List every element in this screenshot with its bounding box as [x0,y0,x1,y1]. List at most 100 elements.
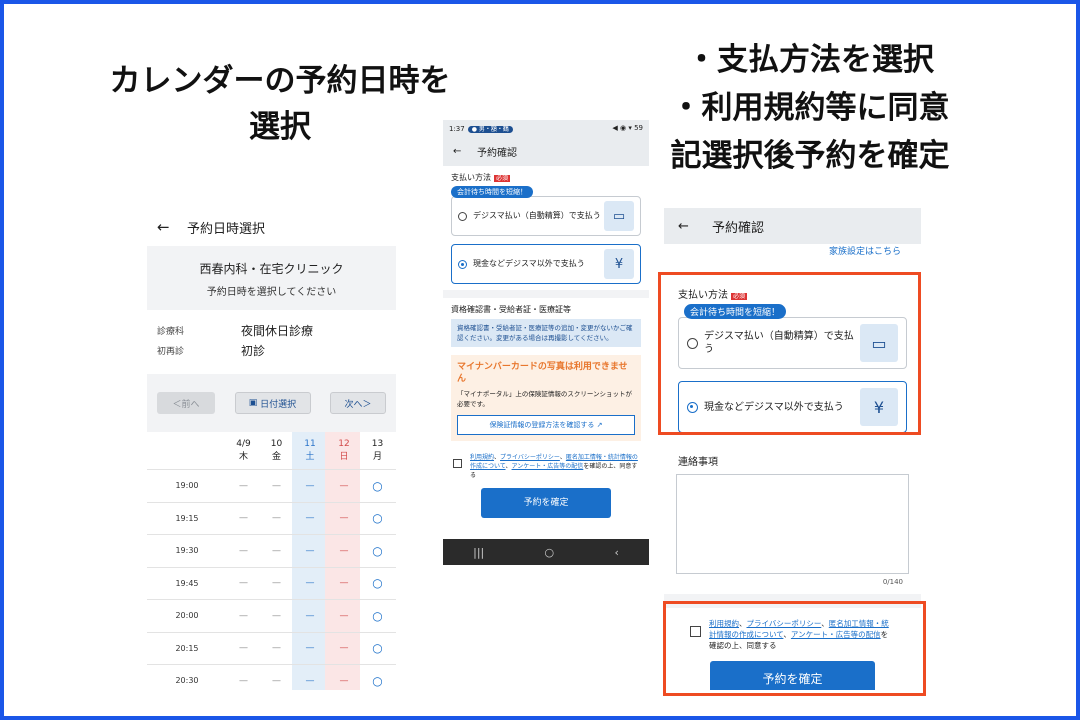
slot-unavailable: — [239,513,248,524]
slot-unavailable: — [239,578,248,589]
dept-value: 夜間休日診療 [241,323,314,338]
slot-unavailable: — [239,480,248,491]
slot-unavailable: — [305,578,315,589]
back-arrow-icon[interactable]: ← [157,218,187,236]
back-arrow-icon[interactable]: ← [453,146,477,157]
day-header: 13 月 [371,439,384,462]
agree-checkbox[interactable] [453,459,462,468]
slot-unavailable: — [272,643,281,654]
family-settings-link[interactable]: 家族設定はこちら [664,244,921,256]
back-arrow-icon[interactable]: ← [678,219,712,234]
agree-text: 利用規約、プライバシーポリシー、匿名加工情報・統計情報の作成について、アンケート… [470,454,638,479]
mid-payment-section: 支払い方法 必須 会計待ち時間を短縮！ デジスマ払い（自動精算）で支払う ▭ 現金… [443,166,649,290]
mid-header: ← 予約確認 [443,136,649,166]
pay-option-cash-label: 現金などデジスマ以外で支払う [473,259,585,268]
char-counter: 0/140 [882,578,903,586]
terms-link[interactable]: 利用規約 [470,454,494,461]
slot-available[interactable]: ○ [361,511,394,525]
slot-unavailable: — [272,578,281,589]
day-header-row: 4/9 木 10 金 11 土 12 日 13 月 [147,432,396,470]
mid-phone-screenshot: 1:37 ● 男・額・鶴 ◀︎ ◉ ▾ 59 ← 予約確認 支払い方法 必須 会計待… [443,120,649,565]
shortcut-badge: 会計待ち時間を短縮！ [451,186,533,198]
next-button[interactable]: 次へ＞ [330,392,386,414]
slot-available[interactable]: ○ [361,576,394,590]
slot-unavailable: — [272,480,281,491]
slot-unavailable: — [339,675,349,686]
slot-time: 19:30 [175,546,199,556]
cash-icon: ¥ [604,249,634,279]
slot-available[interactable]: ○ [361,544,394,558]
day-header: 11 土 [304,439,316,462]
slot-row: 19:45 — — — — ○ [147,568,396,600]
caption-right-line1: ・支払方法を選択 [686,42,934,78]
calendar-title: 予約日時選択 [187,221,266,237]
slot-unavailable: — [305,480,315,491]
slot-row: 20:30 — — — — ○ [147,665,396,690]
slot-unavailable: — [272,545,281,556]
slot-row: 19:15 — — — — ○ [147,503,396,535]
date-navbar: ＜前へ ▣ 日付選択 次へ＞ [147,374,396,432]
slot-unavailable: — [339,545,349,556]
slot-time: 19:45 [175,578,199,588]
right-header: ← 予約確認 [664,208,921,244]
external-link-icon: ↗ [596,421,603,429]
visit-value: 初診 [241,343,266,358]
divider [443,290,649,298]
slot-available[interactable]: ○ [361,641,394,655]
slot-time: 20:00 [175,611,199,621]
slot-unavailable: — [239,610,248,621]
slot-unavailable: — [305,610,315,621]
pick-date-button[interactable]: ▣ 日付選択 [234,392,311,414]
slot-row: 20:15 — — — — ○ [147,633,396,665]
visit-meta: 診療科 夜間休日診療 初再診 初診 [147,310,396,364]
slot-available[interactable]: ○ [361,479,394,493]
slot-row: 20:00 — — — — ○ [147,600,396,633]
status-bar: 1:37 ● 男・額・鶴 ◀︎ ◉ ▾ 59 [443,120,649,136]
slot-unavailable: — [305,675,315,686]
slot-unavailable: — [339,610,349,621]
radio-on[interactable] [458,259,467,269]
calendar-screenshot: ← 予約日時選択 西春内科・在宅クリニック 予約日時を選択してください 診療科 夜… [147,208,396,690]
dept-label: 診療科 [157,326,185,337]
confirm-button[interactable]: 予約を確定 [481,488,611,518]
slot-time: 19:00 [175,481,199,491]
slot-unavailable: — [239,643,248,654]
doc-section: 資格確認書・受給者証・医療証等 資格確認書・受給者証・医療証等の追加・変更がない… [443,298,649,447]
clinic-panel: 西春内科・在宅クリニック 予約日時を選択してください [147,246,396,310]
privacy-link[interactable]: プライバシーポリシー [500,454,560,461]
mid-agree-row: 利用規約、プライバシーポリシー、匿名加工情報・統計情報の作成について、アンケート… [443,447,649,486]
caption-right: ・支払方法を選択 ・利用規約等に同意 記選択後予約を確定 [630,36,990,180]
recent-apps-icon[interactable]: ||| [473,546,484,559]
pay-option-digisma[interactable]: デジスマ払い（自動精算）で支払う ▭ [451,196,641,236]
slot-unavailable: — [239,675,248,686]
status-pill: ● 男・額・鶴 [467,125,513,133]
slot-row: 19:30 — — — — ○ [147,535,396,568]
slot-unavailable: — [339,643,349,654]
slot-available[interactable]: ○ [361,674,394,688]
register-method-button[interactable]: 保険証情報の登録方法を確認する ↗ [457,415,635,435]
caption-right-line2: ・利用規約等に同意 [670,90,950,126]
doc-head: 資格確認書・受給者証・医療証等 [451,305,571,314]
prev-button[interactable]: ＜前へ [157,392,215,414]
radio-off[interactable] [458,211,467,221]
back-nav-icon[interactable]: ‹ [614,546,618,559]
pay-option-digisma-label: デジスマ払い（自動精算）で支払う [473,211,601,220]
caption-left-line1: カレンダーの予約日時を [109,63,451,99]
home-icon[interactable]: ○ [545,546,555,559]
slot-available[interactable]: ○ [361,609,394,623]
caption-left: カレンダーの予約日時を 選択 [80,58,480,150]
visit-label: 初再診 [157,346,185,357]
caption-left-line2: 選択 [249,109,311,145]
contact-label: 連絡事項 [678,457,718,468]
slot-unavailable: — [339,480,349,491]
contact-textarea[interactable] [676,474,909,574]
pay-option-cash[interactable]: 現金などデジスマ以外で支払う ¥ [451,244,641,284]
day-header: 12 日 [338,439,350,462]
survey-link[interactable]: アンケート・広告等の配信 [512,463,584,470]
doc-info: 資格確認書・受給者証・医療証等の追加・変更がないかご確認ください。変更がある場合… [451,319,641,347]
slot-unavailable: — [305,513,315,524]
warning-desc: 「マイナポータル」上の保険証情報のスクリーンショットが必要です。 [457,390,633,408]
pay-label: 支払い方法 [451,173,491,182]
status-time: 1:37 [449,124,465,133]
calendar-header: ← 予約日時選択 [147,208,396,246]
